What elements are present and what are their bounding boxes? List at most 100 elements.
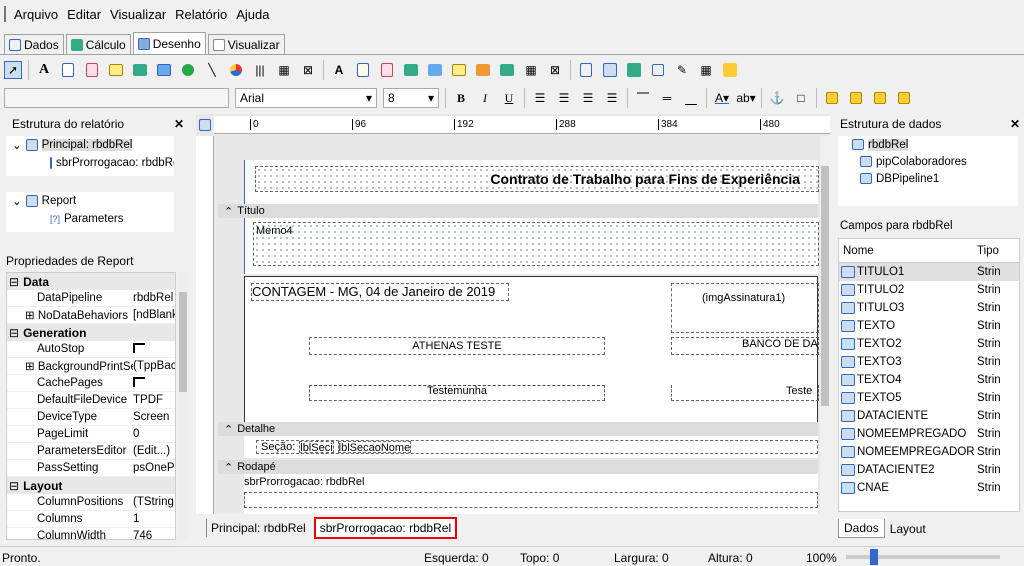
band-titulo[interactable]: ⌃ Título bbox=[218, 204, 818, 218]
barcode2d-icon[interactable]: ▦ bbox=[275, 61, 293, 79]
align-objects-icon[interactable] bbox=[871, 89, 889, 107]
align-left-icon[interactable]: ☰ bbox=[531, 89, 549, 107]
close-icon[interactable]: ✕ bbox=[1010, 117, 1020, 131]
menu-relatorio[interactable]: Relatório bbox=[175, 7, 227, 22]
pipeline-item[interactable]: rbdbRel bbox=[838, 136, 1018, 153]
field-row[interactable]: NOMEEMPREGADOR Strin bbox=[839, 443, 1019, 461]
property-category[interactable]: ⊟ Data bbox=[7, 273, 175, 290]
font-color-icon[interactable]: A▾ bbox=[713, 89, 731, 107]
tab-calculo[interactable]: Cálculo bbox=[65, 34, 131, 54]
subreport-icon[interactable] bbox=[601, 61, 619, 79]
menu-visualizar[interactable]: Visualizar bbox=[110, 7, 166, 22]
tree-node-report[interactable]: ⌄ Report bbox=[6, 192, 174, 210]
field-row[interactable]: TEXTO Strin bbox=[839, 317, 1019, 335]
border-icon[interactable]: □ bbox=[792, 89, 810, 107]
band-rodape[interactable]: ⌃ Rodapé bbox=[218, 460, 818, 474]
dbbarcode2d-icon[interactable]: ▦ bbox=[522, 61, 540, 79]
highlight-color-icon[interactable]: ab▾ bbox=[736, 89, 755, 107]
pagebreak-icon[interactable] bbox=[649, 61, 667, 79]
date-field[interactable]: CONTAGEM - MG, 04 de Janeiro de 2019 bbox=[251, 283, 509, 301]
dblabel-icon[interactable]: A bbox=[330, 61, 348, 79]
property-row[interactable]: PageLimit 0 bbox=[7, 426, 175, 443]
witness2-field[interactable]: Teste bbox=[671, 385, 819, 401]
tab-principal[interactable]: Principal: rbdbRel bbox=[206, 519, 310, 537]
field-row[interactable]: TEXTO2 Strin bbox=[839, 335, 1019, 353]
checkbox-icon[interactable] bbox=[133, 376, 145, 387]
barcode-icon[interactable]: ||| bbox=[251, 61, 269, 79]
component-name-field[interactable] bbox=[4, 88, 229, 108]
tab-desenho[interactable]: Desenho bbox=[132, 32, 206, 54]
field-row[interactable]: TITULO1 Strin bbox=[839, 263, 1019, 281]
subreport-box[interactable] bbox=[244, 492, 818, 508]
field-row[interactable]: DATACIENTE Strin bbox=[839, 407, 1019, 425]
property-row[interactable]: DataPipeline rbdbRel bbox=[7, 290, 175, 307]
menu-ajuda[interactable]: Ajuda bbox=[236, 7, 269, 22]
chart-icon[interactable] bbox=[227, 61, 245, 79]
zoom-thumb[interactable] bbox=[870, 549, 878, 565]
dbchart-icon[interactable] bbox=[474, 61, 492, 79]
font-size-select[interactable]: 8 ▾ bbox=[383, 88, 439, 108]
space-objects-icon[interactable] bbox=[895, 89, 913, 107]
align-center-icon[interactable]: ☰ bbox=[555, 89, 573, 107]
underline-icon[interactable]: U bbox=[500, 89, 518, 107]
region-icon[interactable] bbox=[577, 61, 595, 79]
property-row[interactable]: ParametersEditor (Edit...) bbox=[7, 443, 175, 460]
valign-middle-icon[interactable]: ═ bbox=[658, 89, 676, 107]
field-row[interactable]: DATACIENTE2 Strin bbox=[839, 461, 1019, 479]
field-row[interactable]: TEXTO4 Strin bbox=[839, 371, 1019, 389]
memo-icon[interactable] bbox=[59, 61, 77, 79]
company-field[interactable]: ATHENAS TESTE bbox=[309, 337, 605, 355]
dbcalc-icon[interactable] bbox=[402, 61, 420, 79]
property-row[interactable]: ColumnWidth 746 bbox=[7, 528, 175, 545]
property-row[interactable]: AutoStop bbox=[7, 341, 175, 358]
dbcheckbox-icon[interactable]: ⊠ bbox=[546, 61, 564, 79]
pipeline-item[interactable]: pipColaboradores bbox=[838, 153, 1018, 170]
title-label[interactable]: Contrato de Trabalho para Fins de Experi… bbox=[255, 166, 819, 192]
pipeline-item[interactable]: DBPipeline1 bbox=[838, 170, 1018, 187]
property-row[interactable]: ⊞ NoDataBehaviors [ndBlank bbox=[7, 307, 175, 324]
field-row[interactable]: NOMEEMPREGADO Strin bbox=[839, 425, 1019, 443]
property-row[interactable]: ⊞ BackgroundPrintSe (TppBac bbox=[7, 358, 175, 375]
bring-front-icon[interactable] bbox=[823, 89, 841, 107]
tab-subreport[interactable]: sbrProrrogacao: rbdbRel bbox=[313, 517, 458, 539]
field-row[interactable]: TITULO3 Strin bbox=[839, 299, 1019, 317]
bank-field[interactable]: BANCO DE DA bbox=[671, 337, 819, 355]
field-row[interactable]: TEXTO3 Strin bbox=[839, 353, 1019, 371]
paint-icon[interactable]: ✎ bbox=[673, 61, 691, 79]
tree-node-parameters[interactable]: [?] Parameters bbox=[6, 210, 174, 228]
shape-icon[interactable] bbox=[179, 61, 197, 79]
valign-top-icon[interactable]: ⎺ bbox=[634, 89, 652, 107]
dbrichtext-icon[interactable] bbox=[378, 61, 396, 79]
memo-field[interactable]: Memo4 bbox=[253, 222, 819, 266]
property-row[interactable]: DeviceType Screen bbox=[7, 409, 175, 426]
tab-dados-right[interactable]: Dados bbox=[838, 519, 885, 538]
design-scrollbar[interactable] bbox=[820, 136, 830, 514]
justify-icon[interactable]: ☰ bbox=[603, 89, 621, 107]
dbimage-icon[interactable] bbox=[426, 61, 444, 79]
section-row[interactable]: Seção: lblSeci lblSecaoNome bbox=[256, 440, 818, 454]
tab-visualizar[interactable]: Visualizar bbox=[207, 34, 285, 54]
menu-arquivo[interactable]: Arquivo bbox=[14, 7, 58, 22]
align-right-icon[interactable]: ☰ bbox=[579, 89, 597, 107]
line-icon[interactable]: ╲ bbox=[203, 61, 221, 79]
property-category[interactable]: ⊟ Generation bbox=[7, 324, 175, 341]
tab-layout-right[interactable]: Layout bbox=[885, 520, 931, 538]
witness-field[interactable]: Testemunha bbox=[309, 385, 605, 401]
pointer-icon[interactable]: ➚ bbox=[4, 61, 22, 79]
field-row[interactable]: TITULO2 Strin bbox=[839, 281, 1019, 299]
field-row[interactable]: CNAE Strin bbox=[839, 479, 1019, 497]
property-category[interactable]: ⊟ Layout bbox=[7, 477, 175, 494]
menu-editar[interactable]: Editar bbox=[67, 7, 101, 22]
dbbarcode-icon[interactable] bbox=[498, 61, 516, 79]
anchor-icon[interactable]: ⚓ bbox=[768, 89, 786, 107]
tree-node-sub[interactable]: sbrProrrogacao: rbdbRe bbox=[6, 154, 174, 172]
map-icon[interactable] bbox=[721, 61, 739, 79]
valign-bottom-icon[interactable]: ⎽ bbox=[682, 89, 700, 107]
property-row[interactable]: CachePages bbox=[7, 375, 175, 392]
picture-icon[interactable] bbox=[155, 61, 173, 79]
italic-icon[interactable]: I bbox=[476, 89, 494, 107]
property-row[interactable]: Columns 1 bbox=[7, 511, 175, 528]
property-row[interactable]: PassSetting psOneP bbox=[7, 460, 175, 477]
checkbox-icon[interactable] bbox=[133, 342, 145, 353]
table-icon[interactable]: ▦ bbox=[697, 61, 715, 79]
